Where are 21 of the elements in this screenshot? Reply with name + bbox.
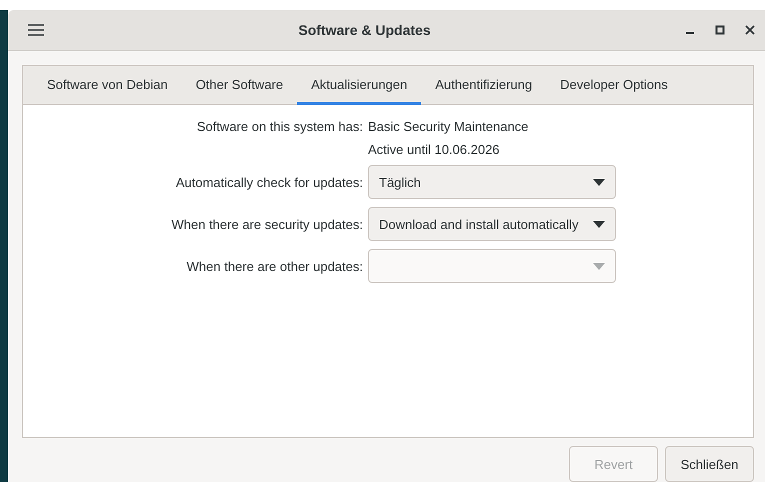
support-value: Basic Security Maintenance xyxy=(368,119,530,134)
dialog-button[interactable]: Schließen xyxy=(665,446,754,482)
dropdown[interactable]: Täglich xyxy=(368,165,616,199)
support-until: Active until 10.06.2026 xyxy=(368,142,501,157)
setting-label: Automatically check for updates: xyxy=(174,174,363,190)
tab[interactable]: Authentifizierung xyxy=(421,66,546,105)
tab[interactable]: Other Software xyxy=(182,66,298,105)
caret-icon xyxy=(593,220,605,228)
tab[interactable]: Aktualisierungen xyxy=(297,66,422,105)
tab[interactable]: Software von Debian xyxy=(33,66,182,105)
maximize-icon[interactable] xyxy=(715,25,725,35)
setting-label: When there are security updates: xyxy=(170,216,363,232)
setting-label: When there are other updates: xyxy=(186,258,363,274)
window-title: Software & Updates xyxy=(297,22,432,38)
support-label: Software on this system has: xyxy=(196,119,363,134)
menu-icon[interactable] xyxy=(28,24,44,36)
tab[interactable]: Developer Options xyxy=(546,66,682,105)
close-icon[interactable] xyxy=(745,25,755,35)
caret-icon xyxy=(593,262,605,270)
dropdown[interactable]: Download and install automatically xyxy=(368,207,616,241)
caret-icon xyxy=(593,178,605,186)
